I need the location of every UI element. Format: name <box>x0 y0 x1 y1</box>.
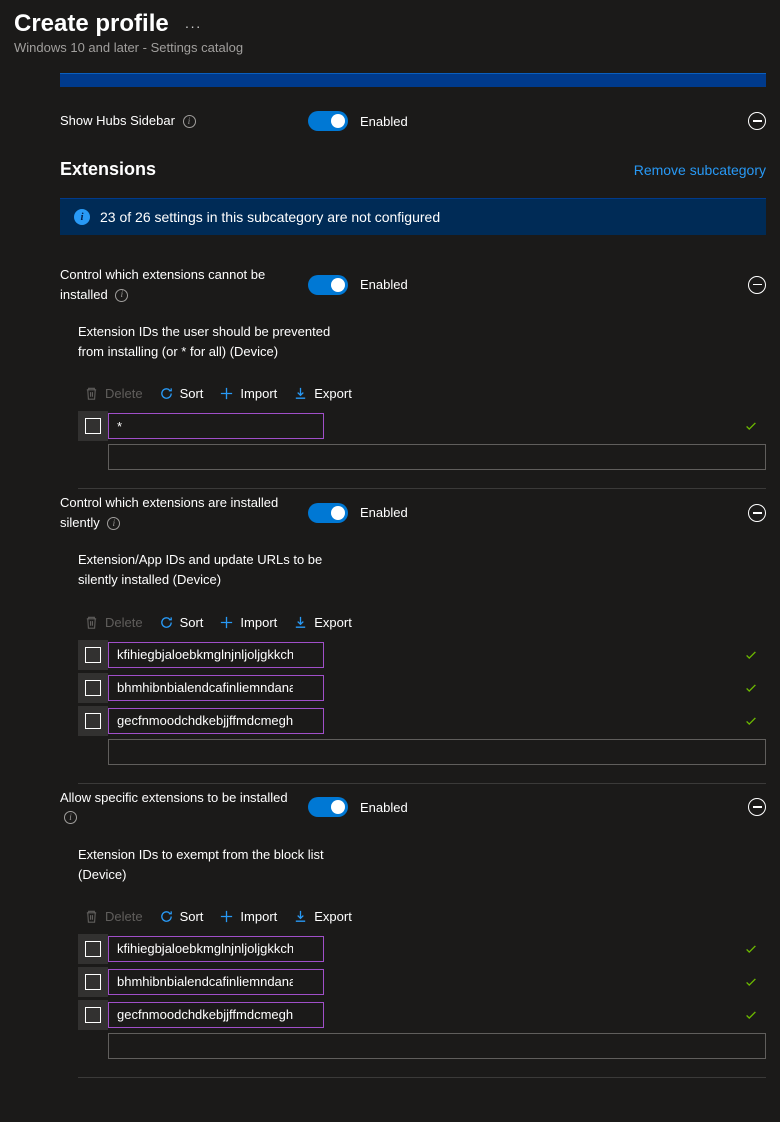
item-value-input[interactable] <box>108 1002 324 1028</box>
hubs-sidebar-label: Show Hubs Sidebar <box>60 113 175 128</box>
new-item-input[interactable] <box>108 444 766 470</box>
item-value-input[interactable] <box>108 413 324 439</box>
setting-sublabel: Extension IDs the user should be prevent… <box>78 322 338 362</box>
checkmark-icon <box>744 714 758 728</box>
collapse-button[interactable] <box>748 112 766 130</box>
page-title: Create profile <box>14 10 169 38</box>
refresh-icon <box>159 909 174 924</box>
info-icon[interactable]: i <box>183 115 196 128</box>
toggle-state-label: Enabled <box>360 800 408 815</box>
download-icon <box>293 615 308 630</box>
item-checkbox[interactable] <box>85 1007 101 1023</box>
trash-icon <box>84 615 99 630</box>
import-button[interactable]: Import <box>219 615 277 630</box>
item-value-input[interactable] <box>108 936 324 962</box>
plus-icon <box>219 386 234 401</box>
refresh-icon <box>159 615 174 630</box>
item-value-input[interactable] <box>108 969 324 995</box>
checkmark-icon <box>744 419 758 433</box>
checkmark-icon <box>744 975 758 989</box>
setting-sublabel: Extension IDs to exempt from the block l… <box>78 845 338 885</box>
plus-icon <box>219 909 234 924</box>
list-item <box>78 706 766 736</box>
sort-button[interactable]: Sort <box>159 615 204 630</box>
export-button[interactable]: Export <box>293 909 352 924</box>
new-item-input[interactable] <box>108 739 766 765</box>
delete-button[interactable]: Delete <box>84 909 143 924</box>
setting-label: Control which extensions cannot be insta… <box>60 267 265 302</box>
checkmark-icon <box>744 942 758 956</box>
plus-icon <box>219 615 234 630</box>
toggle-state-label: Enabled <box>360 505 408 520</box>
info-icon: i <box>74 209 90 225</box>
info-banner-text: 23 of 26 settings in this subcategory ar… <box>100 209 440 225</box>
item-checkbox[interactable] <box>85 974 101 990</box>
list-item <box>78 1000 766 1030</box>
import-button[interactable]: Import <box>219 386 277 401</box>
sort-button[interactable]: Sort <box>159 386 204 401</box>
collapse-button[interactable] <box>748 798 766 816</box>
delete-button[interactable]: Delete <box>84 386 143 401</box>
item-value-input[interactable] <box>108 708 324 734</box>
page-subtitle: Windows 10 and later - Settings catalog <box>14 40 766 55</box>
divider <box>78 783 766 784</box>
collapse-button[interactable] <box>748 504 766 522</box>
more-icon[interactable]: ··· <box>185 18 202 34</box>
list-item <box>78 673 766 703</box>
item-checkbox[interactable] <box>85 418 101 434</box>
download-icon <box>293 386 308 401</box>
setting-sublabel: Extension/App IDs and update URLs to be … <box>78 550 338 590</box>
refresh-icon <box>159 386 174 401</box>
setting-label: Allow specific extensions to be installe… <box>60 790 288 805</box>
previous-section-footer <box>60 73 766 87</box>
setting-label: Control which extensions are installed s… <box>60 495 278 530</box>
item-value-input[interactable] <box>108 675 324 701</box>
trash-icon <box>84 909 99 924</box>
info-icon[interactable]: i <box>107 517 120 530</box>
toggle-state-label: Enabled <box>360 114 408 129</box>
export-button[interactable]: Export <box>293 386 352 401</box>
list-item <box>78 411 766 441</box>
list-item <box>78 967 766 997</box>
hubs-sidebar-toggle[interactable] <box>308 111 348 131</box>
setting-toggle[interactable] <box>308 797 348 817</box>
setting-toggle[interactable] <box>308 275 348 295</box>
list-item <box>78 934 766 964</box>
remove-subcategory-link[interactable]: Remove subcategory <box>634 162 766 178</box>
collapse-button[interactable] <box>748 276 766 294</box>
info-icon[interactable]: i <box>64 811 77 824</box>
trash-icon <box>84 386 99 401</box>
extensions-section-title: Extensions <box>60 159 634 180</box>
checkmark-icon <box>744 681 758 695</box>
checkmark-icon <box>744 648 758 662</box>
download-icon <box>293 909 308 924</box>
toggle-state-label: Enabled <box>360 277 408 292</box>
new-item-input[interactable] <box>108 1033 766 1059</box>
export-button[interactable]: Export <box>293 615 352 630</box>
setting-toggle[interactable] <box>308 503 348 523</box>
item-checkbox[interactable] <box>85 941 101 957</box>
item-checkbox[interactable] <box>85 713 101 729</box>
divider <box>78 488 766 489</box>
checkmark-icon <box>744 1008 758 1022</box>
item-checkbox[interactable] <box>85 647 101 663</box>
item-value-input[interactable] <box>108 642 324 668</box>
sort-button[interactable]: Sort <box>159 909 204 924</box>
list-item <box>78 640 766 670</box>
import-button[interactable]: Import <box>219 909 277 924</box>
delete-button[interactable]: Delete <box>84 615 143 630</box>
info-icon[interactable]: i <box>115 289 128 302</box>
item-checkbox[interactable] <box>85 680 101 696</box>
info-banner: i 23 of 26 settings in this subcategory … <box>60 198 766 235</box>
divider <box>78 1077 766 1078</box>
